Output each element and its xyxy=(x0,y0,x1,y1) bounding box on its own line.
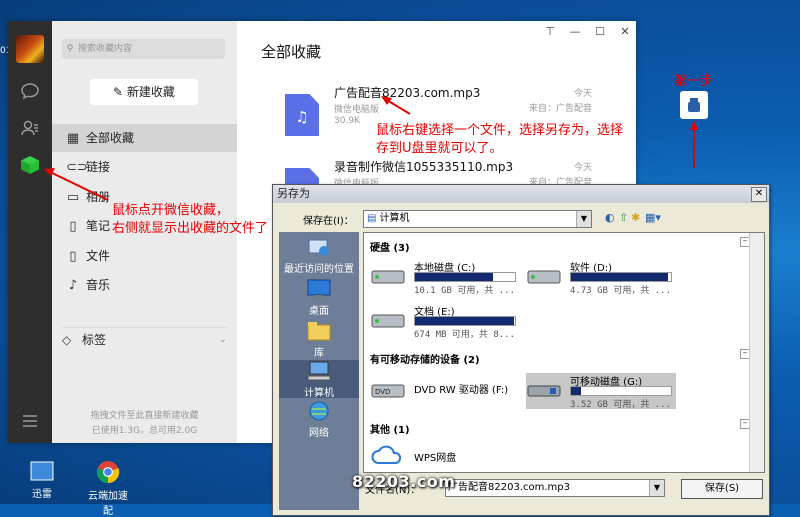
places-bar: 最近访问的位置 桌面 库 计算机 网络 xyxy=(279,232,359,510)
new-folder-icon[interactable]: ✱ xyxy=(631,211,640,225)
file-list-view: 硬盘 (3) – 本地磁盘 (C:) 10.1 GB 可用，共 ... 软件 (… xyxy=(363,232,765,473)
drive-d[interactable]: 软件 (D:) 4.73 GB 可用，共 ... xyxy=(526,259,676,296)
dvd-drive-icon: DVD xyxy=(371,384,405,398)
removable-disk-icon xyxy=(527,385,561,397)
drive-usage-bar xyxy=(414,272,516,282)
drive-name: WPS网盘 xyxy=(414,453,457,464)
place-label: 网络 xyxy=(309,428,329,439)
computer-icon xyxy=(307,361,331,381)
dialog-title-bar[interactable]: 另存为 ✕ xyxy=(273,185,769,203)
close-icon[interactable]: ✕ xyxy=(751,187,767,202)
chevron-down-icon: ▼ xyxy=(649,480,664,496)
annotation-step-one: 第一步 xyxy=(674,74,714,89)
view-menu-icon[interactable]: ▦▾ xyxy=(645,211,661,225)
chrome-shortcut[interactable]: 云端加速 配 xyxy=(88,460,128,517)
scrollbar[interactable] xyxy=(749,233,764,472)
drive-e[interactable]: 文档 (E:) 674 MB 可用，共 8... xyxy=(370,303,520,340)
drive-g-removable[interactable]: 可移动磁盘 (G:) 3.52 GB 可用，共 ... xyxy=(526,373,676,410)
drive-free-space: 674 MB 可用，共 8... xyxy=(414,330,516,340)
place-label: 最近访问的位置 xyxy=(284,264,354,275)
place-computer[interactable]: 计算机 xyxy=(279,360,359,399)
place-label: 库 xyxy=(314,348,324,359)
save-in-value: 计算机 xyxy=(379,213,410,224)
drive-c[interactable]: 本地磁盘 (C:) 10.1 GB 可用，共 ... xyxy=(370,259,520,296)
drive-usage-bar xyxy=(570,386,672,396)
cloud-icon xyxy=(371,445,402,464)
xunlei-icon xyxy=(30,461,54,481)
desktop-icon xyxy=(307,279,331,298)
group-other: 其他 (1) xyxy=(370,425,410,436)
library-folder-icon xyxy=(307,322,331,341)
place-recent[interactable]: 最近访问的位置 xyxy=(279,236,359,276)
drive-name: DVD RW 驱动器 (F:) xyxy=(414,385,509,396)
watermark-text: 82203.com xyxy=(352,472,456,491)
drive-free-space: 10.1 GB 可用，共 ... xyxy=(414,286,516,296)
recent-places-icon xyxy=(308,239,329,256)
place-desktop[interactable]: 桌面 xyxy=(279,278,359,318)
save-in-select[interactable]: ▤ 计算机 ▼ xyxy=(363,210,592,228)
computer-icon: ▤ xyxy=(367,213,377,224)
wps-cloud-drive[interactable]: WPS网盘 xyxy=(370,439,520,469)
place-network[interactable]: 网络 xyxy=(279,400,359,440)
place-libraries[interactable]: 库 xyxy=(279,320,359,360)
back-icon[interactable]: ◐ xyxy=(605,211,615,225)
save-in-label: 保存在(I)： xyxy=(303,216,354,227)
filename-input[interactable]: 广告配音82203.com.mp3 ▼ xyxy=(445,479,665,497)
place-label: 桌面 xyxy=(309,306,329,317)
group-removable: 有可移动存储的设备 (2) xyxy=(370,355,480,366)
filename-value: 广告配音82203.com.mp3 xyxy=(448,482,570,493)
svg-text:DVD: DVD xyxy=(375,388,390,396)
annotation-open-favorites: 鼠标点开微信收藏， 右侧就显示出收藏的文件了 xyxy=(112,203,269,236)
chrome-icon xyxy=(96,461,120,484)
shortcut-label: 迅雷 xyxy=(32,489,52,500)
drive-usage-bar xyxy=(414,316,516,326)
shortcut-label: 云端加速 配 xyxy=(88,491,128,517)
drive-usage-bar xyxy=(570,272,672,282)
dialog-title: 另存为 xyxy=(277,187,310,200)
xunlei-shortcut[interactable]: 迅雷 xyxy=(22,460,62,504)
drive-free-space: 3.52 GB 可用，共 ... xyxy=(570,400,672,410)
desktop-shortcuts: 迅雷 云端加速 配 xyxy=(0,460,270,517)
up-folder-icon[interactable]: ⇧ xyxy=(619,211,628,225)
drive-free-space: 4.73 GB 可用，共 ... xyxy=(570,286,672,296)
hard-disk-icon xyxy=(371,314,405,328)
drive-f-dvd[interactable]: DVD DVD RW 驱动器 (F:) xyxy=(370,373,520,409)
hard-disk-icon xyxy=(527,270,561,284)
annotation-right-click: 鼠标右键选择一个文件，选择另存为，选择 存到U盘里就可以了。 xyxy=(376,123,624,156)
save-button[interactable]: 保存(S) xyxy=(681,479,763,499)
save-as-dialog: 另存为 ✕ 保存在(I)： ▤ 计算机 ▼ ◐ ⇧ ✱ ▦▾ 最近访问的位置 桌面… xyxy=(272,184,770,516)
group-hard-disks: 硬盘 (3) xyxy=(370,243,410,254)
chevron-down-icon: ▼ xyxy=(576,211,591,227)
usb-drive-icon xyxy=(688,98,700,112)
hard-disk-icon xyxy=(371,270,405,284)
place-label: 计算机 xyxy=(304,388,334,399)
network-globe-icon xyxy=(309,401,329,421)
